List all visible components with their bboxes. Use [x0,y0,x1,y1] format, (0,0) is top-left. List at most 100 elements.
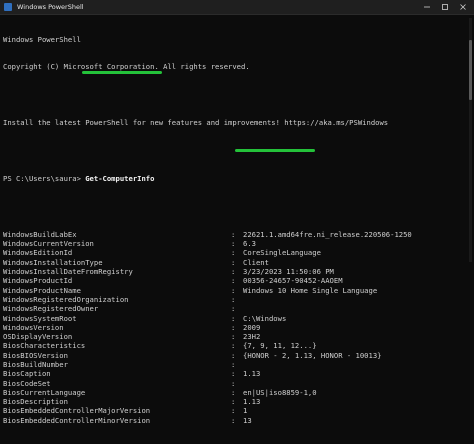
property-separator: : [231,267,236,277]
property-row: WindowsRegisteredOwner: [3,304,466,313]
property-separator: : [231,415,236,425]
header-line: Copyright (C) Microsoft Corporation. All… [3,62,250,72]
property-row: WindowsProductName: Windows 10 Home Singl… [3,286,466,295]
property-row: BiosBIOSVersion: {HONOR - 2, 1.13, HONOR … [3,351,466,360]
property-name: BiosCodeSet [3,378,51,388]
close-button[interactable] [454,0,472,14]
property-row: BiosCaption:1.13 [3,369,466,378]
property-row: BiosBuildNumber: [3,360,466,369]
property-name: BiosCaption [3,369,51,379]
powershell-window: Windows PowerShell Windows PowerShell Co… [0,0,474,425]
property-name: WindowsProductId [3,276,73,286]
property-separator: : [231,285,236,295]
property-value [243,304,466,313]
property-value: 3/23/2023 11:50:06 PM [243,267,334,277]
property-separator: : [231,248,236,258]
command-highlight [82,71,162,74]
property-separator: : [231,304,236,314]
property-row: BiosDescription:1.13 [3,397,466,406]
title-bar[interactable]: Windows PowerShell [0,0,474,15]
property-name: WindowsRegisteredOwner [3,304,99,314]
property-value: 1 [243,406,248,416]
header-line: Install the latest PowerShell for new fe… [3,118,389,128]
property-name: WindowsInstallDateFromRegistry [3,267,133,277]
window-title: Windows PowerShell [17,3,84,11]
property-value [243,379,466,388]
property-row: BiosCharacteristics: {7, 9, 11, 12...} [3,341,466,350]
property-name: WindowsEditionId [3,248,73,258]
header-line: Windows PowerShell [3,34,81,44]
property-value: 22621.1.amd64fre.ni_release.220506-1250 [243,229,412,239]
property-row: BiosEmbeddedControllerMinorVersion:13 [3,416,466,425]
property-row: WindowsSystemRoot: C:\Windows [3,314,466,323]
header-line [3,90,466,99]
property-value: en|US|iso8859-1,0 [243,387,317,397]
property-row: WindowsCurrentVersion:6.3 [3,239,466,248]
property-name: BiosEmbeddedControllerMajorVersion [3,406,151,416]
property-value: {7, 9, 11, 12...} [243,341,317,351]
command-text: Get-ComputerInfo [85,174,155,184]
property-row: WindowsEditionId: CoreSingleLanguage [3,248,466,257]
property-separator: : [231,397,236,407]
property-value [243,295,466,304]
console-output[interactable]: Windows PowerShell Copyright (C) Microso… [3,16,466,444]
property-row: BiosCodeSet: [3,379,466,388]
property-list: WindowsBuildLabEx:22621.1.amd64fre.ni_re… [3,230,466,425]
minimize-icon [424,6,430,8]
property-value: 23H2 [243,332,261,342]
property-name: WindowsProductName [3,285,81,295]
scrollbar-thumb[interactable] [469,40,472,100]
property-name: BiosBIOSVersion [3,350,68,360]
property-value: 13 [243,415,252,425]
maximize-icon [442,4,448,10]
property-row: WindowsProductId:00356-24657-90452-AAOEM [3,276,466,285]
powershell-icon [4,3,12,11]
property-separator: : [231,239,236,249]
property-name: WindowsRegisteredOrganization [3,294,129,304]
property-separator: : [231,387,236,397]
property-separator: : [231,322,236,332]
property-value: 2009 [243,322,261,332]
property-separator: : [231,276,236,286]
property-separator: : [231,369,236,379]
prompt-line: PS C:\Users\saura> Get-ComputerInfo [3,174,466,183]
property-separator: : [231,313,236,323]
property-row: WindowsVersion:2009 [3,323,466,332]
property-separator: : [231,294,236,304]
property-name: BiosEmbeddedControllerMinorVersion [3,415,151,425]
property-separator: : [231,359,236,369]
property-name: OSDisplayVersion [3,332,73,342]
property-value: CoreSingleLanguage [243,248,321,258]
minimize-button[interactable] [418,0,436,14]
property-name: WindowsSystemRoot [3,313,77,323]
property-separator: : [231,378,236,388]
product-name-highlight [235,149,315,152]
property-name: WindowsBuildLabEx [3,229,77,239]
property-name: BiosBuildNumber [3,359,68,369]
property-value: Windows 10 Home Single Language [243,285,378,295]
property-value: C:\Windows [243,313,287,323]
property-row: WindowsRegisteredOrganization: [3,295,466,304]
property-row: WindowsInstallDateFromRegistry:3/23/2023… [3,267,466,276]
property-value [243,360,466,369]
property-row: BiosEmbeddedControllerMajorVersion:1 [3,406,466,415]
window-controls [418,0,472,14]
maximize-button[interactable] [436,0,454,14]
property-name: BiosCurrentLanguage [3,387,86,397]
property-name: BiosCharacteristics [3,341,86,351]
property-name: WindowsCurrentVersion [3,239,94,249]
property-row: WindowsBuildLabEx:22621.1.amd64fre.ni_re… [3,230,466,239]
property-value: 6.3 [243,239,256,249]
property-row: BiosCurrentLanguage: en|US|iso8859-1,0 [3,388,466,397]
property-separator: : [231,332,236,342]
property-name: BiosDescription [3,397,68,407]
property-separator: : [231,341,236,351]
property-separator: : [231,229,236,239]
property-separator: : [231,350,236,360]
property-value: 00356-24657-90452-AAOEM [243,276,343,286]
close-icon [460,4,466,10]
property-row: OSDisplayVersion:23H2 [3,332,466,341]
property-value: 1.13 [243,369,261,379]
property-value: {HONOR - 2, 1.13, HONOR - 10013} [243,350,382,360]
